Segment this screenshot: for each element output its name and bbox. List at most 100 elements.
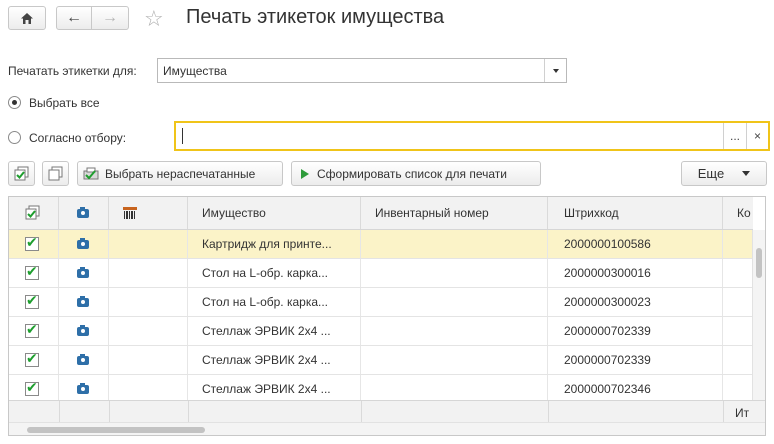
camera-icon [77, 353, 89, 365]
select-unprinted-label: Выбрать нераспечатанные [105, 166, 256, 181]
footer-separator [723, 401, 724, 422]
row-photo-cell [59, 288, 109, 316]
print-for-select[interactable]: Имущества [157, 58, 567, 83]
filter-input[interactable]: ... × [174, 121, 770, 151]
more-button[interactable]: Еще [681, 161, 767, 186]
vertical-scrollbar[interactable] [752, 230, 765, 400]
row-barcode-cell: 2000000702339 [548, 346, 723, 374]
camera-icon [77, 206, 89, 218]
camera-icon [77, 382, 89, 394]
home-icon [21, 12, 33, 24]
table-row[interactable]: Стеллаж ЭРВИК 2x4 ... 2000000702339 [9, 317, 753, 346]
check-all-button[interactable] [8, 161, 35, 186]
row-inv-cell [361, 230, 548, 258]
filter-clear-button[interactable]: × [746, 123, 768, 149]
row-photo-cell [59, 375, 109, 403]
header-inventory-number[interactable]: Инвентарный номер [361, 197, 548, 229]
row-check-cell [9, 317, 59, 345]
select-all-label[interactable]: Выбрать все [29, 96, 100, 110]
generate-list-button[interactable]: Сформировать список для печати [291, 161, 541, 186]
printer-check-icon [83, 167, 99, 179]
row-name-cell: Картридж для принте... [188, 230, 361, 258]
row-empty-cell [109, 375, 188, 403]
footer-separator [548, 401, 549, 422]
vertical-scroll-thumb[interactable] [756, 248, 762, 278]
select-unprinted-button[interactable]: Выбрать нераспечатанные [77, 161, 283, 186]
row-barcode-cell: 2000000300023 [548, 288, 723, 316]
row-checkbox[interactable] [25, 234, 39, 251]
row-empty-cell [109, 230, 188, 258]
row-name-cell: Стол на L-обр. карка... [188, 259, 361, 287]
table-footer: Ит [9, 400, 765, 422]
dropdown-button[interactable] [544, 59, 566, 82]
row-name-cell: Стеллаж ЭРВИК 2x4 ... [188, 375, 361, 403]
row-check-cell [9, 375, 59, 403]
horizontal-scroll-thumb[interactable] [27, 427, 205, 433]
row-photo-cell [59, 259, 109, 287]
header-extra[interactable]: Ко [723, 197, 763, 229]
generate-list-label: Сформировать список для печати [317, 166, 507, 181]
uncheck-all-icon [48, 166, 62, 180]
header-check-column[interactable] [9, 197, 59, 229]
arrow-left-icon: ← [66, 9, 82, 26]
footer-separator [59, 401, 60, 422]
table-row[interactable]: Стеллаж ЭРВИК 2x4 ... 2000000702339 [9, 346, 753, 375]
row-barcode-cell: 2000000100586 [548, 230, 723, 258]
row-inv-cell [361, 346, 548, 374]
camera-icon [77, 324, 89, 336]
row-barcode-cell: 2000000300016 [548, 259, 723, 287]
back-button[interactable]: ← [56, 6, 92, 30]
row-checkbox[interactable] [25, 263, 39, 280]
row-empty-cell [109, 259, 188, 287]
header-photo-column[interactable] [59, 197, 109, 229]
table-row[interactable]: Стол на L-обр. карка... 2000000300016 [9, 259, 753, 288]
header-barcode[interactable]: Штрихкод [548, 197, 723, 229]
row-checkbox[interactable] [25, 379, 39, 396]
favorite-star-icon[interactable]: ☆ [144, 6, 164, 32]
row-checkbox[interactable] [25, 350, 39, 367]
horizontal-scrollbar[interactable] [9, 422, 765, 435]
header-barcode-column[interactable] [109, 197, 188, 229]
uncheck-all-button[interactable] [42, 161, 69, 186]
page-title: Печать этикеток имущества [186, 6, 445, 28]
check-all-icon [14, 166, 28, 180]
home-button[interactable] [8, 6, 46, 30]
row-checkbox[interactable] [25, 292, 39, 309]
camera-icon [77, 266, 89, 278]
chevron-down-icon [552, 68, 559, 73]
by-filter-label[interactable]: Согласно отбору: [29, 131, 126, 145]
row-inv-cell [361, 375, 548, 403]
row-photo-cell [59, 317, 109, 345]
row-empty-cell [723, 288, 753, 316]
forward-button[interactable]: → [91, 6, 129, 30]
table-row[interactable]: Картридж для принте... 2000000100586 [9, 230, 753, 259]
row-empty-cell [723, 346, 753, 374]
row-check-cell [9, 346, 59, 374]
table-row[interactable]: Стол на L-обр. карка... 2000000300023 [9, 288, 753, 317]
row-checkbox[interactable] [25, 321, 39, 338]
row-empty-cell [723, 375, 753, 403]
more-label: Еще [697, 166, 725, 181]
by-filter-radio[interactable] [8, 131, 21, 144]
camera-icon [77, 237, 89, 249]
play-icon [301, 168, 309, 179]
row-barcode-cell: 2000000702346 [548, 375, 723, 403]
row-check-cell [9, 288, 59, 316]
row-empty-cell [109, 346, 188, 374]
footer-separator [109, 401, 110, 422]
row-name-cell: Стеллаж ЭРВИК 2x4 ... [188, 317, 361, 345]
select-all-radio[interactable] [8, 96, 21, 109]
row-empty-cell [109, 288, 188, 316]
row-barcode-cell: 2000000702339 [548, 317, 723, 345]
row-inv-cell [361, 288, 548, 316]
property-table[interactable]: Имущество Инвентарный номер Штрихкод Ко … [8, 196, 766, 436]
footer-separator [361, 401, 362, 422]
text-cursor [182, 128, 183, 144]
filter-choose-button[interactable]: ... [723, 123, 746, 149]
chevron-down-icon [742, 171, 751, 176]
row-empty-cell [723, 259, 753, 287]
row-photo-cell [59, 230, 109, 258]
header-property[interactable]: Имущество [188, 197, 361, 229]
print-for-value: Имущества [163, 63, 227, 78]
row-photo-cell [59, 346, 109, 374]
